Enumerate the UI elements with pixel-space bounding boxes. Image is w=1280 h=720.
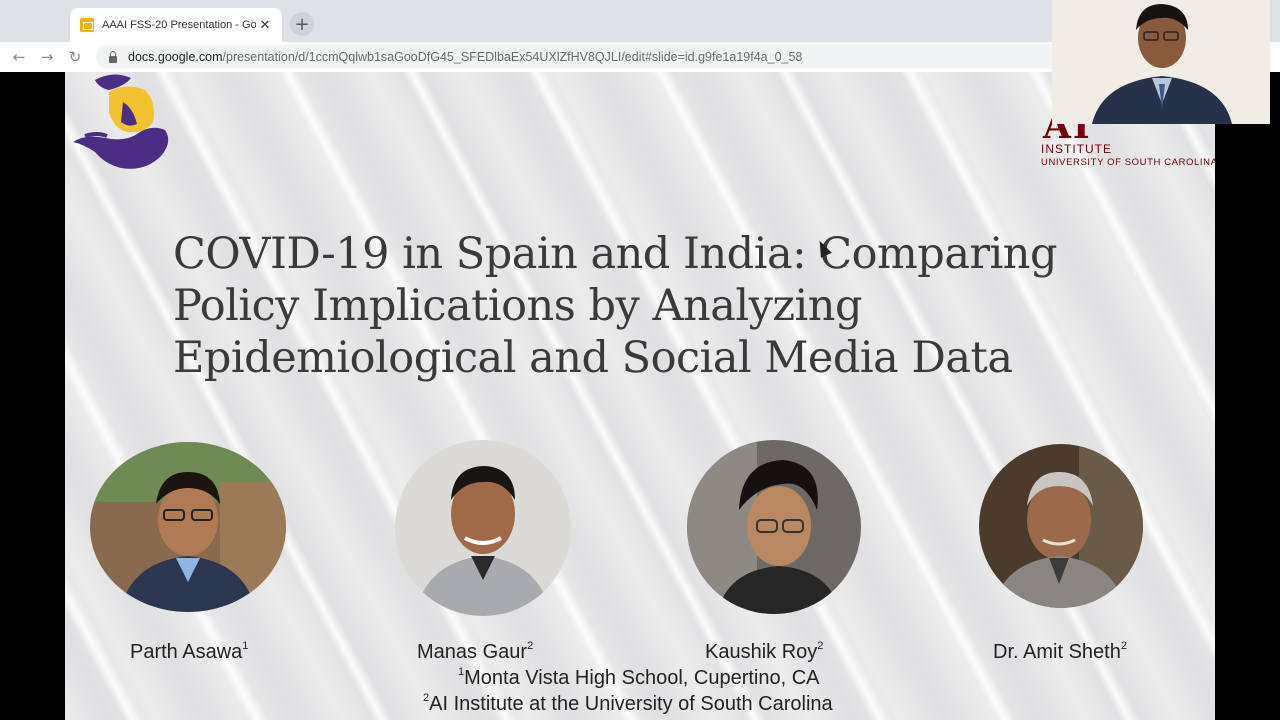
- tab-title: AAAI FSS-20 Presentation - Go: [102, 19, 256, 31]
- author-name-parth: Parth Asawa1: [130, 640, 249, 663]
- title-line: COVID-19 in Spain and India: Comparing: [173, 229, 1058, 279]
- slide[interactable]: AI INSTITUTE UNIVERSITY OF SOUTH CAROLIN…: [65, 72, 1215, 720]
- reload-icon[interactable]: ↻: [64, 46, 86, 68]
- title-line: Policy Implications by Analyzing: [173, 281, 863, 331]
- affiliation-2: 2AI Institute at the University of South…: [423, 692, 833, 715]
- author-name-manas: Manas Gaur2: [417, 640, 534, 663]
- author-photo-parth: [90, 442, 286, 612]
- title-line: Epidemiological and Social Media Data: [173, 333, 1013, 383]
- webcam-video-overlay: [1052, 0, 1270, 124]
- logo-university-text: UNIVERSITY OF SOUTH CAROLINA: [1041, 157, 1215, 168]
- browser-tab[interactable]: AAAI FSS-20 Presentation - Go ✕: [70, 8, 282, 42]
- affiliation-1: 1Monta Vista High School, Cupertino, CA: [458, 666, 820, 689]
- back-arrow-icon[interactable]: ←: [8, 46, 30, 68]
- url-path: /presentation/d/1ccmQqlwb1saGooDfG45_SFE…: [222, 50, 803, 64]
- author-name-kaushik: Kaushik Roy2: [705, 640, 824, 663]
- forward-arrow-icon[interactable]: →: [36, 46, 58, 68]
- author-photo-kaushik: [687, 440, 861, 614]
- slides-favicon-icon: [80, 18, 94, 32]
- author-name-amit: Dr. Amit Sheth2: [993, 640, 1127, 663]
- new-tab-button[interactable]: +: [290, 12, 314, 36]
- school-mascot-logo: [73, 74, 169, 169]
- lock-icon: [108, 51, 118, 63]
- slide-title: COVID-19 in Spain and India: Comparing P…: [173, 228, 1133, 384]
- presentation-viewport: AI INSTITUTE UNIVERSITY OF SOUTH CAROLIN…: [0, 72, 1280, 720]
- author-photo-manas: [395, 440, 571, 616]
- close-tab-icon[interactable]: ✕: [256, 18, 274, 33]
- logo-institute-text: INSTITUTE: [1041, 142, 1112, 156]
- author-photo-amit: [979, 444, 1143, 608]
- url-host: docs.google.com: [128, 50, 223, 64]
